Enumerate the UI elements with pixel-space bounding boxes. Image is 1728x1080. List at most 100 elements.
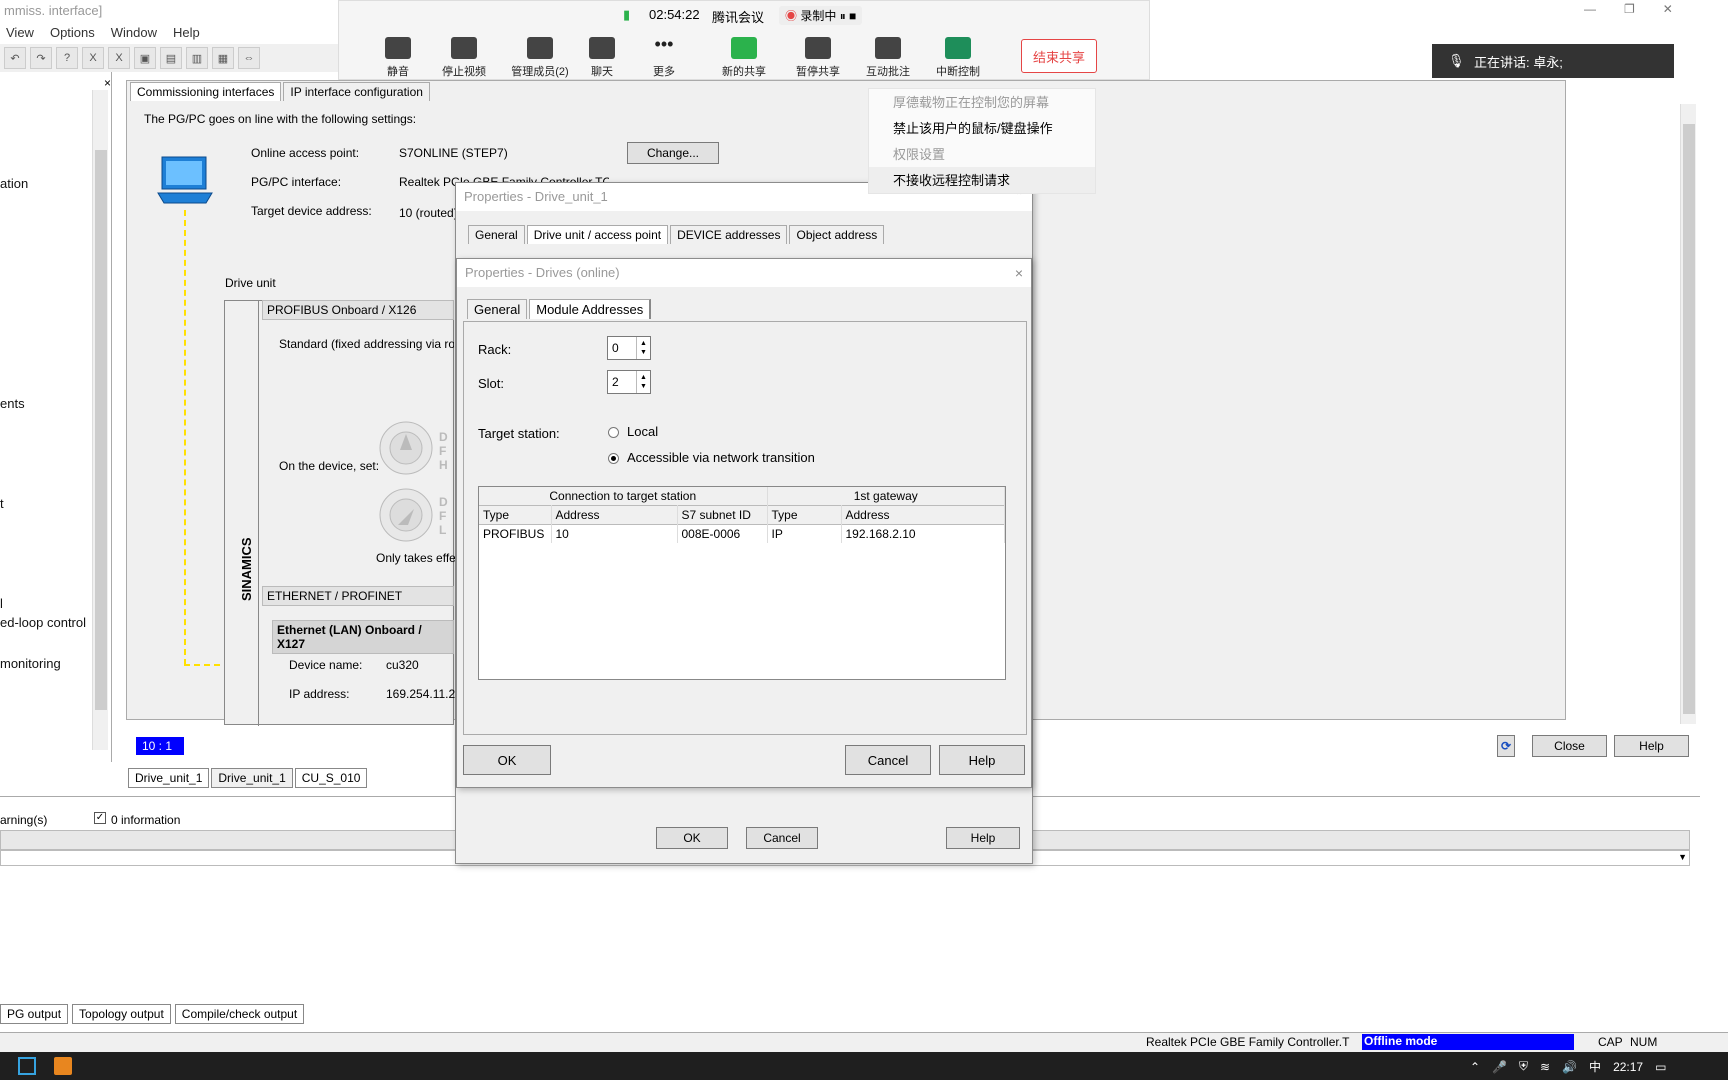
- tree-item[interactable]: ents: [0, 396, 25, 411]
- zoom-indicator[interactable]: 10 : 1: [136, 737, 184, 755]
- mute-button[interactable]: 静音: [363, 37, 433, 79]
- radio-local[interactable]: Local: [608, 424, 658, 439]
- app-icon[interactable]: [18, 1057, 36, 1075]
- tab-general[interactable]: General: [467, 299, 528, 319]
- on-device-label: On the device, set:: [279, 459, 380, 473]
- shield-icon[interactable]: ⛨: [1519, 1059, 1528, 1074]
- meeting-name[interactable]: 腾讯会议: [712, 7, 764, 26]
- app-icon[interactable]: [54, 1057, 72, 1075]
- tab-compile-output[interactable]: Compile/check output: [174, 1004, 305, 1024]
- column-header[interactable]: Address: [841, 505, 1005, 525]
- volume-icon[interactable]: 🔊: [1562, 1060, 1577, 1074]
- cancel-button[interactable]: Cancel: [746, 827, 818, 849]
- menu-options[interactable]: Options: [50, 25, 95, 40]
- minimize-icon[interactable]: —: [1584, 2, 1596, 16]
- window-controls: — ❐ ✕: [1584, 2, 1673, 16]
- close-icon[interactable]: ✕: [1663, 2, 1673, 16]
- subscript-icon[interactable]: X: [82, 47, 104, 69]
- tab-ip-interface-config[interactable]: IP interface configuration: [283, 82, 430, 101]
- ime-indicator[interactable]: 中: [1589, 1058, 1601, 1075]
- tree-item[interactable]: t: [0, 496, 4, 511]
- end-share-button[interactable]: 结束共享: [1021, 39, 1097, 73]
- tab-device-addresses[interactable]: DEVICE addresses: [670, 225, 788, 244]
- tree-item[interactable]: ation: [0, 176, 28, 191]
- tree-item[interactable]: monitoring: [0, 656, 61, 671]
- tree-item[interactable]: ed-loop control: [0, 615, 86, 630]
- tab-pg-output[interactable]: PG output: [0, 1004, 69, 1024]
- stepper-arrows-icon[interactable]: ▲ ▼: [636, 337, 650, 359]
- stop-video-button[interactable]: 停止视频: [429, 37, 499, 79]
- menu-window[interactable]: Window: [111, 25, 157, 40]
- chat-button[interactable]: 聊天: [567, 37, 637, 79]
- menu-view[interactable]: View: [6, 25, 34, 40]
- wifi-icon[interactable]: ≋: [1540, 1060, 1550, 1074]
- column-header[interactable]: S7 subnet ID: [677, 505, 768, 525]
- more-button[interactable]: ••• 更多: [629, 35, 699, 79]
- close-button[interactable]: Close: [1532, 735, 1607, 757]
- ok-button[interactable]: OK: [656, 827, 728, 849]
- microphone-icon[interactable]: 🎤: [1492, 1060, 1507, 1074]
- column-header[interactable]: Address: [551, 505, 678, 525]
- download-icon[interactable]: ▤: [160, 47, 182, 69]
- tab-drive-unit-access-point[interactable]: Drive unit / access point: [526, 225, 669, 244]
- doc-tab-drive-unit[interactable]: Drive_unit_1: [128, 768, 210, 788]
- column-header[interactable]: Type: [479, 505, 552, 525]
- doc-tab-drive-unit-active[interactable]: Drive_unit_1: [211, 768, 293, 788]
- tab-module-addresses[interactable]: Module Addresses: [529, 299, 652, 319]
- ok-button[interactable]: OK: [463, 745, 551, 775]
- table-row[interactable]: PROFIBUS 10 008E-0006 IP 192.168.2.10: [479, 524, 1005, 543]
- undo-icon[interactable]: ↶: [4, 47, 26, 69]
- stepper-arrows-icon[interactable]: ▲ ▼: [636, 371, 650, 393]
- superscript-icon[interactable]: X: [108, 47, 130, 69]
- doc-tab-cu[interactable]: CU_S_010: [294, 768, 368, 788]
- stop-control-button[interactable]: 中断控制: [923, 37, 993, 79]
- help-button[interactable]: Help: [939, 745, 1025, 775]
- remote-control-icon: [945, 37, 971, 59]
- table-group-gateway: 1st gateway: [767, 487, 1005, 506]
- slot-value: 2: [612, 375, 619, 389]
- help-button[interactable]: Help: [946, 827, 1020, 849]
- pause-share-button[interactable]: 暂停共享: [783, 37, 853, 79]
- radio-network-transition[interactable]: Accessible via network transition: [608, 450, 815, 465]
- connect-icon[interactable]: ▣: [134, 47, 156, 69]
- new-share-button[interactable]: 新的共享: [709, 37, 779, 79]
- status-interface: Realtek PCIe GBE Family Controller.T: [1146, 1035, 1350, 1049]
- help-button[interactable]: Help: [1614, 735, 1689, 757]
- online-icon[interactable]: ▦: [212, 47, 234, 69]
- tree-item[interactable]: l: [0, 596, 3, 611]
- column-header[interactable]: Type: [767, 505, 842, 525]
- commissioning-tabs: Commissioning interfaces IP interface co…: [130, 82, 430, 101]
- menu-item-permissions[interactable]: 权限设置: [869, 141, 1095, 167]
- radio-local-indicator[interactable]: [608, 427, 619, 439]
- main-scrollbar[interactable]: [1680, 104, 1696, 724]
- menu-item-reject-requests[interactable]: 不接收远程控制请求: [869, 167, 1095, 193]
- menu-help[interactable]: Help: [173, 25, 200, 40]
- close-icon[interactable]: ×: [1015, 265, 1023, 281]
- notification-icon[interactable]: ▭: [1655, 1060, 1666, 1074]
- tree-scrollbar[interactable]: [92, 90, 108, 750]
- cancel-button[interactable]: Cancel: [845, 745, 931, 775]
- change-access-point-button[interactable]: Change...: [627, 142, 719, 164]
- rack-stepper[interactable]: 0 ▲ ▼: [607, 336, 651, 360]
- close-icon[interactable]: ×: [104, 76, 111, 90]
- clock[interactable]: 22:17: [1613, 1060, 1643, 1074]
- menu-item-block-input[interactable]: 禁止该用户的鼠标/键盘操作: [869, 115, 1095, 141]
- tab-object-address[interactable]: Object address: [789, 225, 885, 244]
- slot-stepper[interactable]: 2 ▲ ▼: [607, 370, 651, 394]
- help-pointer-icon[interactable]: ?: [56, 47, 78, 69]
- upload-icon[interactable]: ▥: [186, 47, 208, 69]
- information-checkbox[interactable]: ✓: [94, 812, 106, 824]
- maximize-icon[interactable]: ❐: [1624, 2, 1635, 16]
- manage-members-button[interactable]: 管理成员(2): [505, 37, 575, 79]
- redo-icon[interactable]: ↷: [30, 47, 52, 69]
- annotate-button[interactable]: 互动批注: [853, 37, 923, 79]
- refresh-icon[interactable]: ⟳: [1497, 735, 1515, 757]
- recording-badge[interactable]: ◉ 录制中 ⏸ ■: [779, 6, 863, 25]
- split-icon[interactable]: ⇔: [238, 47, 260, 69]
- tab-topology-output[interactable]: Topology output: [72, 1004, 171, 1024]
- tab-general[interactable]: General: [468, 225, 525, 244]
- tab-commissioning-interfaces[interactable]: Commissioning interfaces: [130, 82, 282, 101]
- chevron-up-icon[interactable]: ⌃: [1470, 1060, 1480, 1074]
- device-name-label: Device name:: [289, 658, 363, 672]
- radio-network-indicator[interactable]: [608, 453, 619, 465]
